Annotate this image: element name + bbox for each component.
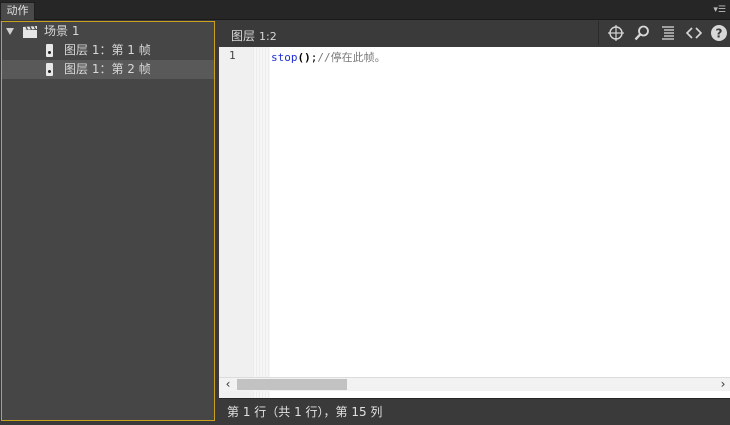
line-number: 1 bbox=[229, 49, 236, 62]
script-editor: 图层 1:2 ? 1 stop();//停在此帧。 ‹ › 第 1 行（共 1 … bbox=[219, 21, 730, 425]
code-snippet-icon[interactable] bbox=[685, 24, 703, 42]
code-line[interactable]: stop();//停在此帧。 bbox=[271, 49, 386, 65]
frame-label: 图层 1：第 1 帧 bbox=[64, 43, 151, 57]
panel-tab-bar: 动作 ▾☰ bbox=[0, 0, 730, 20]
code-editor[interactable]: 1 stop();//停在此帧。 bbox=[219, 47, 730, 403]
scrollbar-thumb[interactable] bbox=[237, 379, 347, 390]
code-keyword: stop bbox=[271, 51, 298, 64]
frame-icon bbox=[46, 63, 53, 76]
tree-item-frame-selected[interactable]: 图层 1：第 2 帧 bbox=[2, 60, 214, 79]
line-number-gutter: 1 bbox=[219, 47, 253, 403]
search-icon[interactable] bbox=[633, 24, 651, 42]
frame-icon bbox=[46, 44, 53, 57]
breadcrumb: 图层 1:2 bbox=[231, 27, 277, 44]
help-icon[interactable]: ? bbox=[710, 24, 728, 42]
editor-toolbar: ? bbox=[598, 21, 730, 45]
tree-item-frame[interactable]: 图层 1：第 1 帧 bbox=[2, 41, 214, 60]
frame-label: 图层 1：第 2 帧 bbox=[64, 62, 151, 76]
panel-menu-icon[interactable]: ▾☰ bbox=[712, 5, 726, 15]
format-code-icon[interactable] bbox=[659, 24, 677, 42]
editor-header: 图层 1:2 ? bbox=[219, 21, 730, 47]
code-comment: //停在此帧。 bbox=[317, 51, 386, 64]
code-folding-gutter bbox=[253, 47, 270, 403]
tab-actions[interactable]: 动作 bbox=[0, 2, 35, 20]
target-icon[interactable] bbox=[607, 24, 625, 42]
cursor-position-status: 第 1 行（共 1 行），第 15 列 bbox=[227, 405, 383, 419]
expand-triangle-icon[interactable] bbox=[6, 28, 14, 35]
scroll-left-icon[interactable]: ‹ bbox=[221, 378, 235, 392]
horizontal-scrollbar[interactable]: ‹ › bbox=[219, 377, 730, 391]
status-bar: 第 1 行（共 1 行），第 15 列 bbox=[219, 398, 730, 422]
clapperboard-icon bbox=[23, 26, 37, 38]
actions-panel: 动作 ▾☰ 场景 1 图层 1：第 1 帧 图层 1：第 2 帧 图层 1:2 … bbox=[0, 0, 730, 425]
svg-text:?: ? bbox=[716, 27, 723, 41]
code-parens: () bbox=[297, 51, 311, 64]
breadcrumb-layer: 图层 bbox=[231, 29, 256, 43]
scroll-right-icon[interactable]: › bbox=[716, 378, 730, 392]
scene-label: 场景 1 bbox=[44, 24, 80, 38]
script-navigator: 场景 1 图层 1：第 1 帧 图层 1：第 2 帧 bbox=[1, 21, 215, 421]
breadcrumb-frame: 1:2 bbox=[259, 30, 277, 43]
tree-item-scene[interactable]: 场景 1 bbox=[2, 22, 214, 41]
